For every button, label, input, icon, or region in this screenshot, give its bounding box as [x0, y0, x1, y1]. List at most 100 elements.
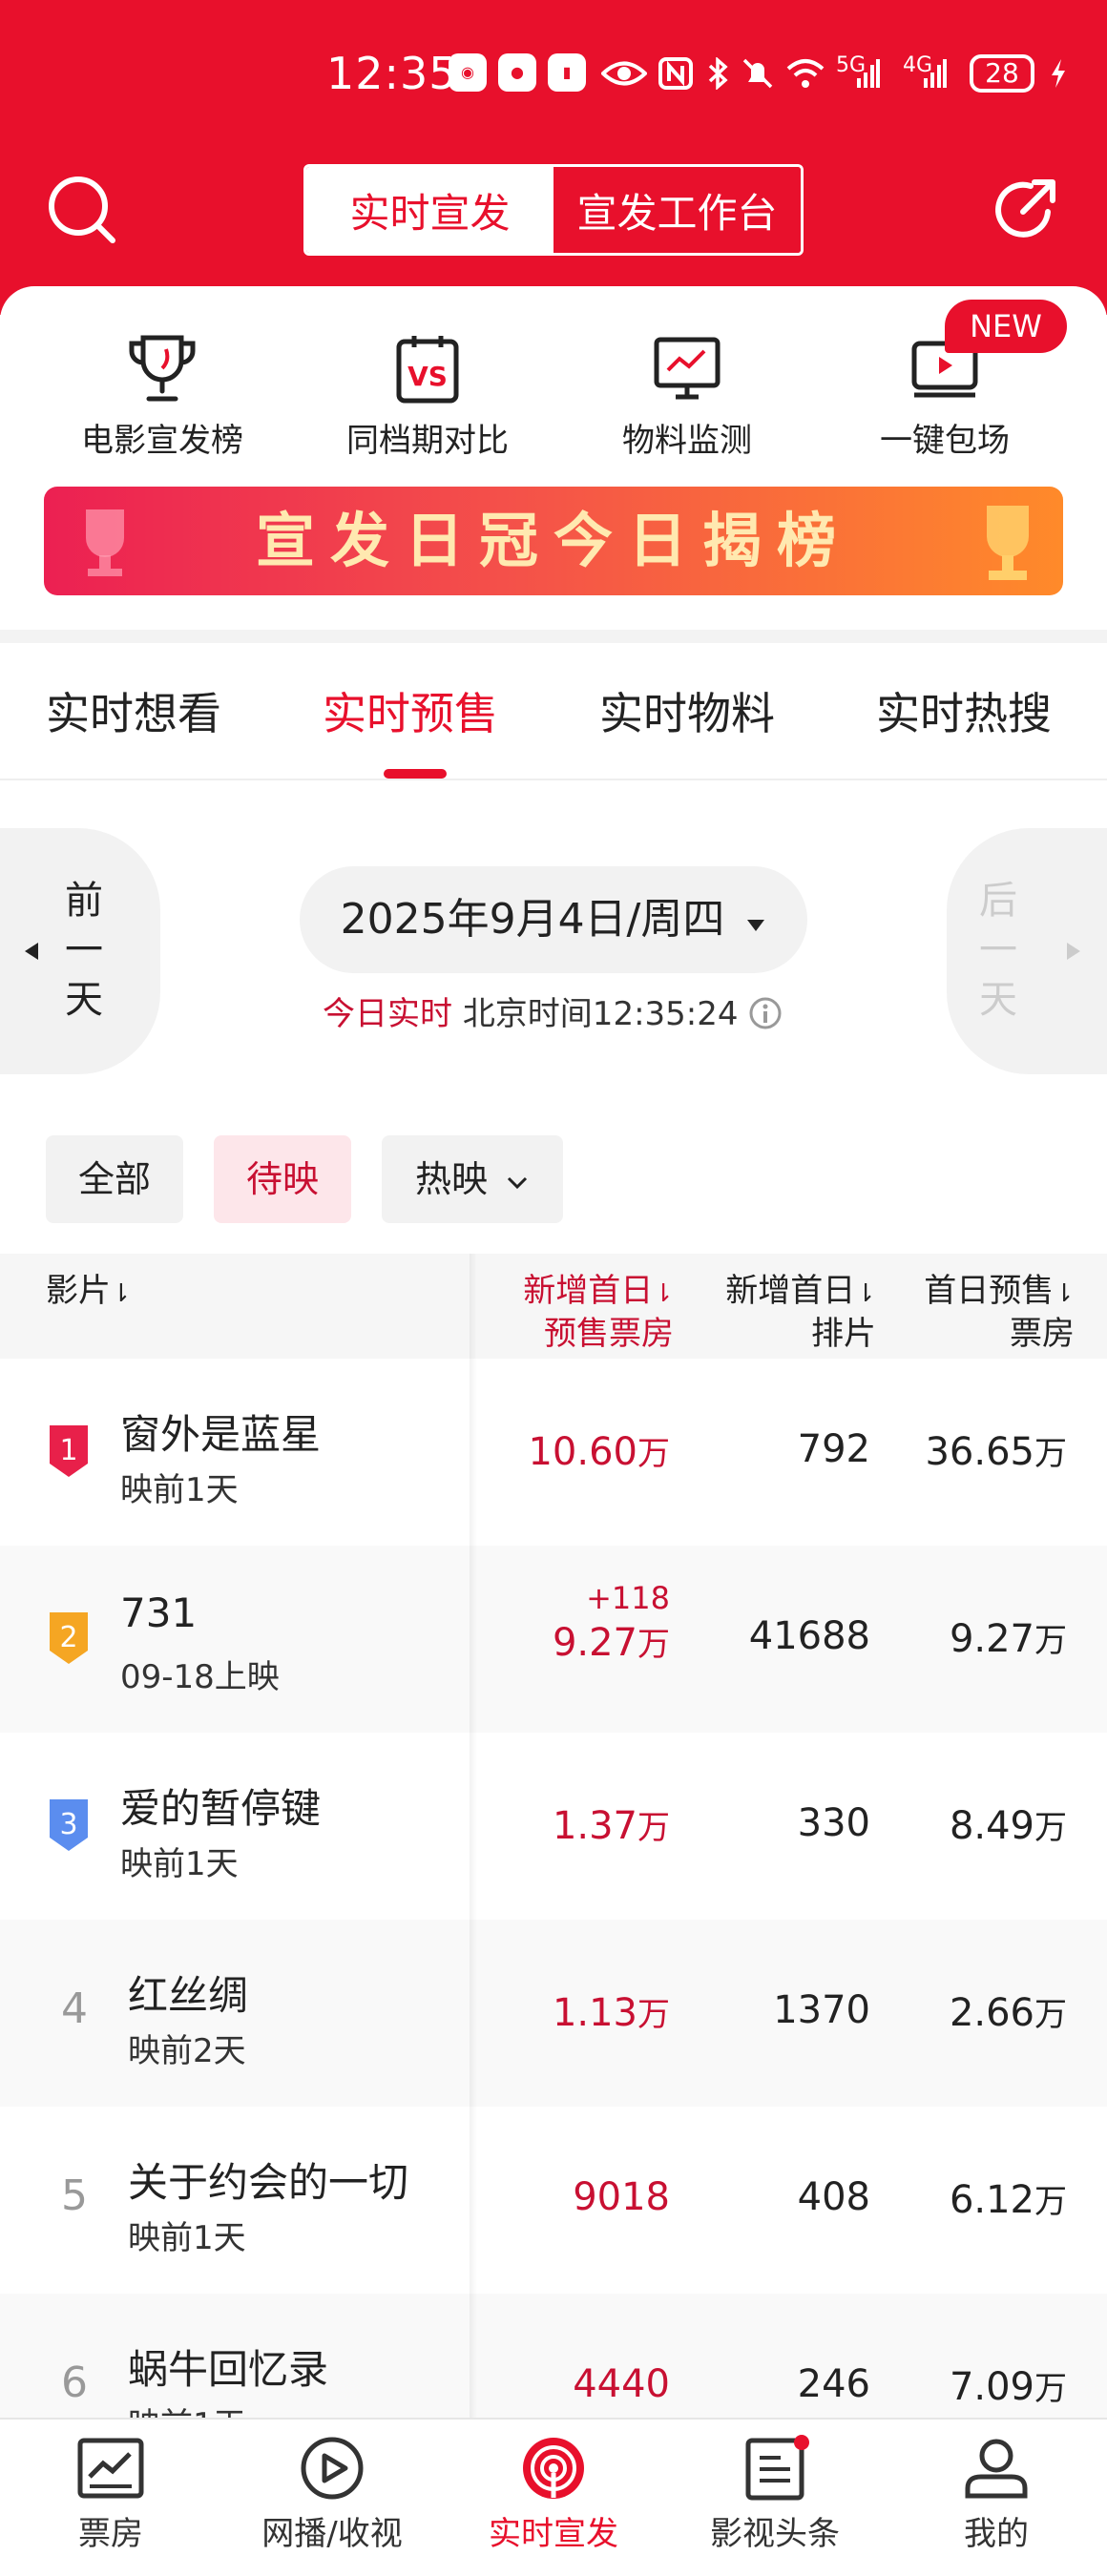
svg-text:VS: VS	[407, 361, 448, 392]
table-row[interactable]: 3 爱的暂停键 映前1天 1.37万 330 8.49万	[0, 1733, 1107, 1920]
search-icon[interactable]	[46, 174, 118, 246]
film-release-info: 映前1天	[120, 1845, 239, 1883]
prev-day-char: 一	[65, 928, 103, 972]
sort-icon: ⇂	[111, 1279, 132, 1308]
new-schedule-value: 408	[797, 2175, 870, 2219]
live-time-row: 今日实时 北京时间12:35:24	[323, 990, 783, 1038]
col-new-schedule-header[interactable]: 新增首日⇂ 排片	[679, 1271, 876, 1354]
value: 4440	[573, 2362, 670, 2406]
sort-active-icon: ⇂	[653, 1279, 674, 1308]
nav-news[interactable]: 影视头条	[664, 2435, 886, 2559]
col-header-label: 影片	[46, 1272, 111, 1310]
value: 9.27	[949, 1617, 1034, 1661]
value: 1.13	[552, 1991, 637, 2035]
promo-banner[interactable]: 宣发日冠今日揭榜	[44, 487, 1063, 595]
presale-boxoffice-value: 6.12万	[878, 2175, 1067, 2222]
filter-all[interactable]: 全部	[46, 1135, 183, 1223]
unit: 万	[1034, 1622, 1067, 1660]
new-schedule-value: 246	[797, 2362, 870, 2406]
value: 9.27	[552, 1621, 637, 1665]
mute-bell-icon	[741, 57, 775, 90]
svg-text:2: 2	[59, 1621, 77, 1654]
value: 36.65	[925, 1430, 1034, 1474]
col-header-label: 排片	[811, 1315, 876, 1353]
filter-now-showing[interactable]: 热映	[382, 1135, 563, 1223]
prev-day-char: 前	[65, 879, 103, 923]
tab-realtime-material[interactable]: 实时物料	[599, 679, 775, 742]
tool-material-monitor[interactable]: 物料监测	[563, 332, 811, 460]
date-picker[interactable]: 2025年9月4日/周四	[300, 866, 807, 973]
next-day-char: 一	[979, 928, 1017, 972]
value: 9018	[573, 2175, 670, 2219]
tab-realtime-promotion[interactable]: 实时宣发	[306, 167, 554, 253]
col-presale-boxoffice-header[interactable]: 首日预售⇂ 票房	[878, 1271, 1075, 1354]
col-header-label: 预售票房	[544, 1315, 674, 1353]
col-film-header[interactable]: 影片⇂	[46, 1271, 132, 1314]
tab-realtime-hotsearch[interactable]: 实时热搜	[876, 679, 1052, 742]
table-row[interactable]: 5 关于约会的一切 映前1天 9018 408 6.12万	[0, 2107, 1107, 2294]
caret-right-icon	[1067, 943, 1080, 960]
notification-app-icon: ●	[498, 53, 536, 92]
tool-label: 一键包场	[880, 422, 1010, 460]
notification-app-icon: ◉	[449, 53, 487, 92]
unit: 万	[637, 1626, 670, 1664]
value: 8.49	[949, 1804, 1034, 1848]
table-row[interactable]: 6 蜗牛回忆录 映前1天 4440 246 7.09万	[0, 2294, 1107, 2418]
film-name: 窗外是蓝星	[120, 1411, 322, 1458]
filter-label: 热映	[414, 1158, 488, 1200]
new-schedule-value: 792	[797, 1427, 870, 1471]
col-header-label: 票房	[1010, 1315, 1075, 1353]
tool-label: 同档期对比	[346, 422, 509, 460]
tab-promotion-workbench[interactable]: 宣发工作台	[554, 167, 801, 253]
col-new-presale-header[interactable]: 新增首日⇂ 预售票房	[477, 1271, 674, 1354]
tool-schedule-compare[interactable]: VS 同档期对比	[303, 332, 552, 460]
signal-4g-icon: 4G	[903, 55, 947, 90]
svg-text:3: 3	[59, 1808, 77, 1841]
svg-text:1: 1	[59, 1434, 77, 1467]
wifi-icon	[784, 57, 826, 90]
eye-icon	[600, 57, 648, 90]
table-row[interactable]: 2 731 09-18上映 +118 9.27万 41688 9.27万	[0, 1546, 1107, 1733]
film-release-info: 映前1天	[128, 2399, 246, 2418]
user-icon	[965, 2439, 1028, 2499]
nav-mine[interactable]: 我的	[886, 2435, 1107, 2559]
header-segment-control: 实时宣发 宣发工作台	[303, 164, 804, 256]
presale-boxoffice-value: 36.65万	[878, 1427, 1067, 1474]
caret-left-icon	[25, 943, 38, 960]
table-row[interactable]: 1 窗外是蓝星 映前1天 10.60万 792 36.65万	[0, 1359, 1107, 1546]
info-icon[interactable]	[748, 996, 783, 1030]
next-day-button[interactable]: 后 一 天	[947, 828, 1107, 1074]
status-time: 12:35	[326, 48, 458, 99]
value: 2.66	[949, 1991, 1034, 2035]
filter-upcoming[interactable]: 待映	[214, 1135, 351, 1223]
nav-boxoffice[interactable]: 票房	[0, 2435, 221, 2559]
divider	[0, 779, 1107, 780]
nav-label: 我的	[964, 2515, 1029, 2553]
unit: 万	[1034, 1809, 1067, 1847]
tool-movie-ranking[interactable]: 电影宣发榜	[38, 332, 286, 460]
signal-5g-icon: 5G	[836, 55, 880, 90]
new-presale-value: 4440	[477, 2362, 670, 2406]
film-name: 731	[120, 1589, 198, 1636]
film-release-info: 09-18上映	[120, 1658, 280, 1696]
boxoffice-chart-icon	[77, 2438, 144, 2499]
presale-boxoffice-value: 8.49万	[878, 1801, 1067, 1848]
table-row[interactable]: 4 红丝绸 映前2天 1.13万 1370 2.66万	[0, 1920, 1107, 2107]
tab-realtime-want[interactable]: 实时想看	[46, 679, 221, 742]
nav-label: 实时宣发	[489, 2515, 618, 2553]
tab-realtime-presale[interactable]: 实时预售	[323, 679, 498, 742]
sort-icon: ⇂	[1054, 1279, 1075, 1308]
nav-realtime-promotion[interactable]: 实时宣发	[443, 2435, 664, 2559]
prev-day-button[interactable]: 前 一 天	[0, 828, 160, 1074]
app-header	[0, 0, 1107, 315]
bluetooth-icon	[706, 56, 731, 91]
value: 6.12	[949, 2178, 1034, 2222]
nav-streaming[interactable]: 网播/收视	[221, 2435, 443, 2559]
monitor-chart-icon	[654, 337, 721, 400]
share-icon[interactable]	[989, 174, 1061, 246]
live-time: 北京时间12:35:24	[462, 995, 739, 1033]
new-presale-value: 1.13万	[477, 1988, 670, 2035]
film-release-info: 映前2天	[128, 2032, 246, 2070]
rank-number: 5	[61, 2171, 88, 2220]
rank-number: 6	[61, 2358, 88, 2407]
